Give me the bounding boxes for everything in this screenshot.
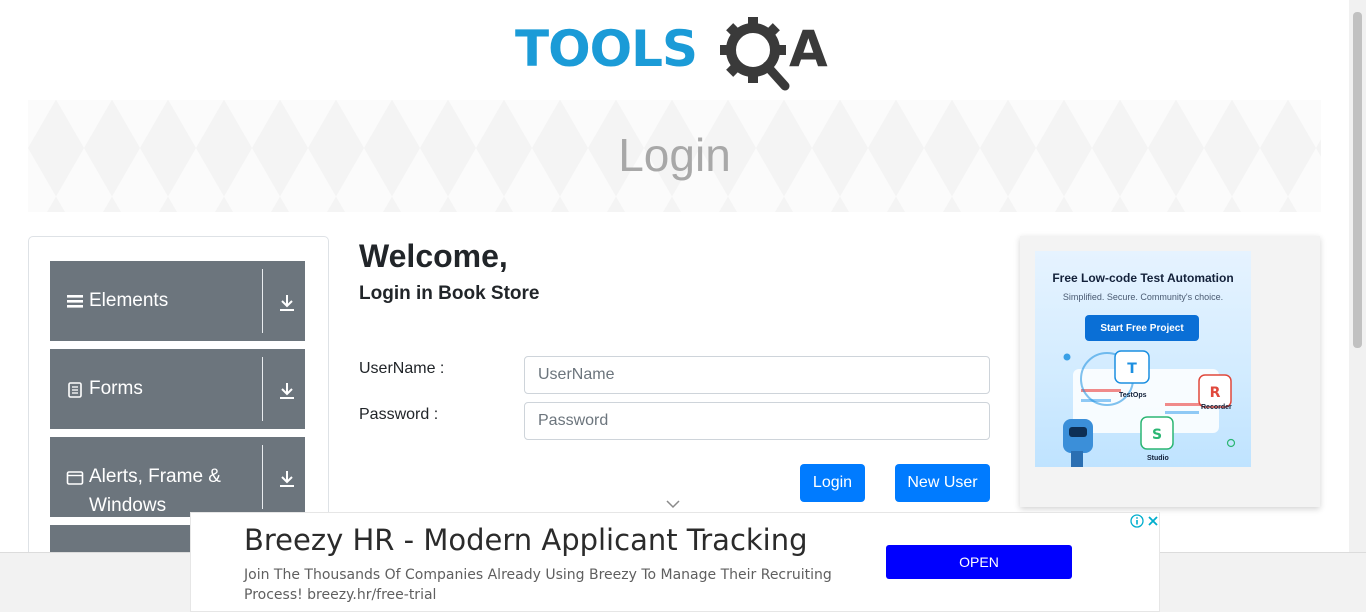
document-icon bbox=[68, 382, 82, 398]
bottom-ad-open-button[interactable]: OPEN bbox=[886, 545, 1072, 579]
sidebar-group-elements[interactable]: Elements bbox=[50, 261, 305, 341]
chevron-down-icon[interactable] bbox=[666, 499, 680, 509]
gear-icon bbox=[720, 17, 790, 91]
toolsqa-logo[interactable]: TOOLS A bbox=[515, 14, 839, 92]
side-ad-tag: Recorder bbox=[1201, 404, 1232, 411]
side-ad-title: Free Low-code Test Automation bbox=[1052, 271, 1234, 285]
svg-text:S: S bbox=[1152, 427, 1162, 443]
logo-text-a: A bbox=[789, 20, 828, 78]
side-ad-cta-button[interactable]: Start Free Project bbox=[1085, 315, 1199, 341]
page-banner: Login bbox=[28, 100, 1321, 212]
sidebar-group-label: Elements bbox=[89, 290, 169, 311]
download-icon[interactable] bbox=[278, 469, 296, 489]
username-label: UserName : bbox=[359, 360, 445, 377]
svg-text:T: T bbox=[1127, 361, 1137, 377]
login-subtitle: Login in Book Store bbox=[359, 283, 540, 304]
welcome-heading: Welcome, bbox=[359, 238, 508, 274]
divider bbox=[262, 357, 263, 421]
ad-info-icon[interactable] bbox=[1130, 514, 1144, 528]
logo-text-tools: TOOLS bbox=[515, 20, 697, 78]
page: TOOLS A Login Elements Forms Alerts, Fra… bbox=[0, 0, 1366, 612]
window-icon bbox=[66, 471, 84, 485]
side-ad-tag: Studio bbox=[1147, 455, 1169, 462]
divider bbox=[262, 269, 263, 333]
ad-close-icon[interactable] bbox=[1146, 514, 1160, 528]
side-ad-subtitle: Simplified. Secure. Community's choice. bbox=[1062, 292, 1224, 302]
scrollbar-thumb[interactable] bbox=[1353, 12, 1362, 348]
password-input[interactable] bbox=[524, 402, 990, 440]
svg-text:R: R bbox=[1210, 385, 1221, 401]
bottom-ad-banner[interactable]: Breezy HR - Modern Applicant Tracking Jo… bbox=[190, 512, 1160, 612]
side-ad[interactable]: Free Low-code Test Automation Simplified… bbox=[1020, 236, 1320, 507]
download-icon[interactable] bbox=[278, 381, 296, 401]
download-icon[interactable] bbox=[278, 293, 296, 313]
side-ad-tag: TestOps bbox=[1119, 392, 1147, 399]
sidebar-group-label: Forms bbox=[89, 378, 143, 399]
side-ad-creative[interactable]: Free Low-code Test Automation Simplified… bbox=[1035, 251, 1251, 467]
password-label: Password : bbox=[359, 406, 439, 423]
scrollbar[interactable] bbox=[1349, 0, 1366, 552]
username-input[interactable] bbox=[524, 356, 990, 394]
new-user-button[interactable]: New User bbox=[895, 464, 990, 502]
page-title: Login bbox=[618, 129, 731, 181]
sidebar-group-alerts-frame-windows[interactable]: Alerts, Frame & Windows bbox=[50, 437, 305, 517]
divider bbox=[262, 445, 263, 509]
hamburger-icon bbox=[67, 295, 83, 308]
bottom-ad-title[interactable]: Breezy HR - Modern Applicant Tracking bbox=[244, 523, 808, 557]
login-button[interactable]: Login bbox=[800, 464, 865, 502]
sidebar-group-forms[interactable]: Forms bbox=[50, 349, 305, 429]
bottom-ad-description[interactable]: Join The Thousands Of Companies Already … bbox=[244, 565, 854, 605]
